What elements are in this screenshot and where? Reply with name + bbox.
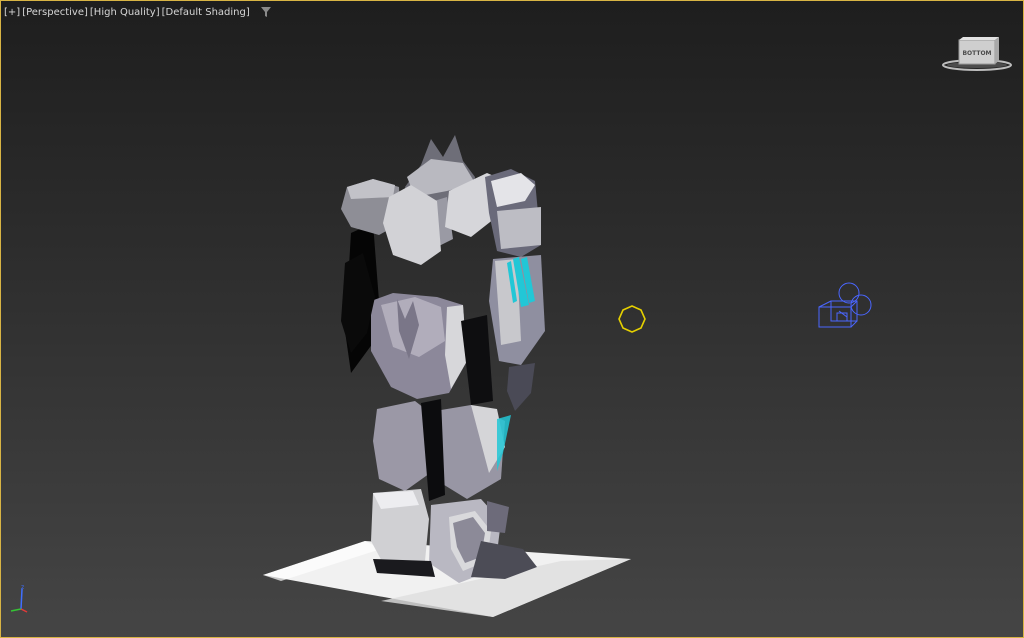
scene-3d[interactable] (1, 1, 1023, 637)
camera-icon[interactable] (818, 282, 872, 328)
omni-light-icon[interactable] (618, 305, 646, 333)
svg-text:z: z (21, 584, 24, 591)
robot-model[interactable] (341, 135, 545, 583)
perspective-viewport[interactable]: [+] [Perspective] [High Quality] [Defaul… (0, 0, 1024, 638)
axis-tripod-icon: z (10, 584, 28, 613)
